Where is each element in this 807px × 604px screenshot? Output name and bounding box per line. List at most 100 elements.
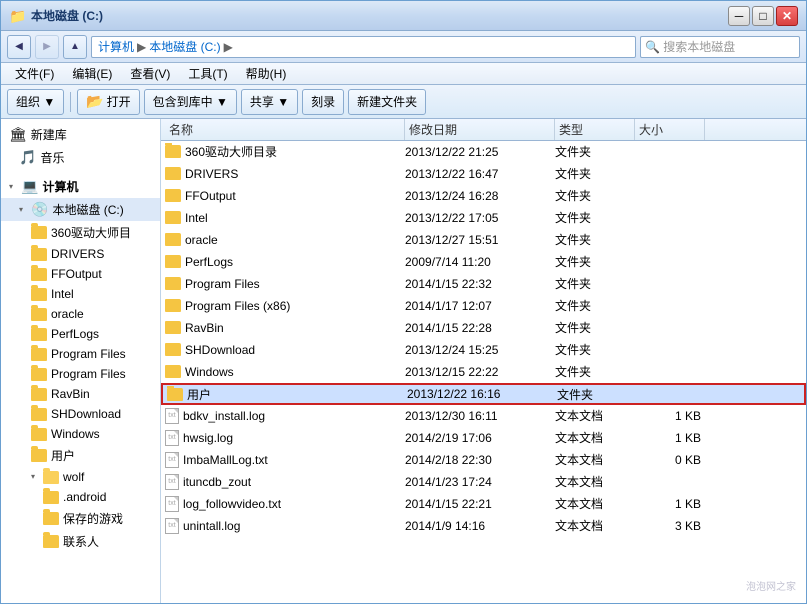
sidebar-item-wolf[interactable]: ▾ wolf <box>1 467 160 487</box>
file-type: 文件夹 <box>557 386 637 403</box>
sidebar-item-ffoutput[interactable]: FFOutput <box>1 264 160 284</box>
sidebar-item-computer[interactable]: ▾ 💻 计算机 <box>1 175 160 198</box>
forward-button[interactable]: ▶ <box>35 35 59 59</box>
table-row[interactable]: Program Files 2014/1/15 22:32 文件夹 <box>161 273 806 295</box>
table-row[interactable]: 360驱动大师目录 2013/12/22 21:25 文件夹 <box>161 141 806 163</box>
folder-icon-windows <box>31 428 47 441</box>
file-date: 2013/12/22 16:16 <box>407 387 557 401</box>
table-row[interactable]: DRIVERS 2013/12/22 16:47 文件夹 <box>161 163 806 185</box>
up-button[interactable]: ▲ <box>63 35 87 59</box>
col-header-size[interactable]: 大小 <box>635 119 705 140</box>
burn-button[interactable]: 刻录 <box>302 89 344 115</box>
organize-button[interactable]: 组织 ▼ <box>7 89 64 115</box>
sidebar-item-drivers[interactable]: DRIVERS <box>1 244 160 264</box>
table-row[interactable]: txt bdkv_install.log 2013/12/30 16:11 文本… <box>161 405 806 427</box>
back-button[interactable]: ◀ <box>7 35 31 59</box>
folder-icon-programfiles86 <box>31 368 47 381</box>
window-title: 本地磁盘 (C:) <box>31 7 728 24</box>
minimize-button[interactable]: ─ <box>728 6 750 26</box>
table-row[interactable]: SHDownload 2013/12/24 15:25 文件夹 <box>161 339 806 361</box>
file-date: 2009/7/14 11:20 <box>405 255 555 269</box>
table-row[interactable]: FFOutput 2013/12/24 16:28 文件夹 <box>161 185 806 207</box>
file-type: 文件夹 <box>555 143 635 160</box>
file-name: Program Files (x86) <box>185 299 290 313</box>
share-button[interactable]: 共享 ▼ <box>241 89 298 115</box>
sidebar-item-windows[interactable]: Windows <box>1 424 160 444</box>
sidebar-item-android[interactable]: .android <box>1 487 160 507</box>
table-row[interactable]: PerfLogs 2009/7/14 11:20 文件夹 <box>161 251 806 273</box>
folder-icon-ffoutput <box>31 268 47 281</box>
file-type: 文件夹 <box>555 319 635 336</box>
sidebar-item-shdownload[interactable]: SHDownload <box>1 404 160 424</box>
file-date: 2013/12/22 16:47 <box>405 167 555 181</box>
file-icon <box>165 211 181 224</box>
file-icon <box>165 255 181 268</box>
folder-icon-ravbin <box>31 388 47 401</box>
col-header-type[interactable]: 类型 <box>555 119 635 140</box>
sidebar-item-oracle[interactable]: oracle <box>1 304 160 324</box>
file-icon <box>167 388 183 401</box>
wolf-expand-icon: ▾ <box>31 472 41 482</box>
file-icon: txt <box>165 474 179 490</box>
breadcrumb-drive[interactable]: 本地磁盘 (C:) <box>149 38 220 55</box>
table-row[interactable]: RavBin 2014/1/15 22:28 文件夹 <box>161 317 806 339</box>
library-icon: 🏛 <box>9 126 27 143</box>
new-folder-button[interactable]: 新建文件夹 <box>348 89 426 115</box>
table-row[interactable]: txt unintall.log 2014/1/9 14:16 文本文档 3 K… <box>161 515 806 537</box>
menu-help[interactable]: 帮助(H) <box>238 63 295 84</box>
sidebar-item-music[interactable]: 🎵 音乐 <box>1 146 160 169</box>
sidebar-item-new-library[interactable]: 🏛 新建库 <box>1 123 160 146</box>
sidebar-item-ravbin[interactable]: RavBin <box>1 384 160 404</box>
file-icon <box>165 189 181 202</box>
file-name: oracle <box>185 233 218 247</box>
open-button[interactable]: 📂 打开 <box>77 89 139 115</box>
close-button[interactable]: ✕ <box>776 6 798 26</box>
menu-tools[interactable]: 工具(T) <box>180 63 235 84</box>
col-header-date[interactable]: 修改日期 <box>405 119 555 140</box>
table-row[interactable]: txt log_followvideo.txt 2014/1/15 22:21 … <box>161 493 806 515</box>
search-input[interactable]: 🔍 搜索本地磁盘 <box>640 36 800 58</box>
table-row[interactable]: txt hwsig.log 2014/2/19 17:06 文本文档 1 KB <box>161 427 806 449</box>
file-date: 2013/12/24 16:28 <box>405 189 555 203</box>
table-row[interactable]: Intel 2013/12/22 17:05 文件夹 <box>161 207 806 229</box>
menu-edit[interactable]: 编辑(E) <box>64 63 120 84</box>
file-type: 文本文档 <box>555 473 635 490</box>
sidebar-item-saved-games[interactable]: 保存的游戏 <box>1 507 160 530</box>
file-name: 用户 <box>187 386 211 403</box>
table-row[interactable]: 用户 2013/12/22 16:16 文件夹 <box>161 383 806 405</box>
file-size: 1 KB <box>635 497 705 511</box>
sidebar-item-users[interactable]: 用户 <box>1 444 160 467</box>
table-row[interactable]: txt ImbaMallLog.txt 2014/2/18 22:30 文本文档… <box>161 449 806 471</box>
file-icon: txt <box>165 430 179 446</box>
file-type: 文件夹 <box>555 297 635 314</box>
sidebar-item-programfiles[interactable]: Program Files <box>1 344 160 364</box>
sidebar-item-intel[interactable]: Intel <box>1 284 160 304</box>
file-size: 1 KB <box>635 409 705 423</box>
breadcrumb-computer[interactable]: 计算机 <box>98 38 134 55</box>
maximize-button[interactable]: □ <box>752 6 774 26</box>
folder-icon-drivers <box>31 248 47 261</box>
include-library-button[interactable]: 包含到库中 ▼ <box>144 89 237 115</box>
sidebar-item-contacts[interactable]: 联系人 <box>1 530 160 553</box>
file-date: 2014/1/9 14:16 <box>405 519 555 533</box>
table-row[interactable]: txt ituncdb_zout 2014/1/23 17:24 文本文档 <box>161 471 806 493</box>
table-row[interactable]: Program Files (x86) 2014/1/17 12:07 文件夹 <box>161 295 806 317</box>
sidebar-item-perflogs[interactable]: PerfLogs <box>1 324 160 344</box>
sidebar-item-360[interactable]: 360驱动大师目 <box>1 221 160 244</box>
folder-icon-360 <box>31 226 47 239</box>
file-name: 360驱动大师目录 <box>185 143 277 160</box>
music-icon: 🎵 <box>19 149 36 166</box>
open-icon: 📂 <box>86 93 103 110</box>
col-header-name[interactable]: 名称 <box>165 119 405 140</box>
file-date: 2013/12/22 17:05 <box>405 211 555 225</box>
file-type: 文件夹 <box>555 275 635 292</box>
table-row[interactable]: Windows 2013/12/15 22:22 文件夹 <box>161 361 806 383</box>
file-date: 2014/1/15 22:28 <box>405 321 555 335</box>
file-name: RavBin <box>185 321 224 335</box>
menu-file[interactable]: 文件(F) <box>7 63 62 84</box>
table-row[interactable]: oracle 2013/12/27 15:51 文件夹 <box>161 229 806 251</box>
menu-view[interactable]: 查看(V) <box>122 63 178 84</box>
sidebar-item-programfiles86[interactable]: Program Files <box>1 364 160 384</box>
sidebar-item-drive-c[interactable]: ▾ 💿 本地磁盘 (C:) <box>1 198 160 221</box>
file-icon <box>165 167 181 180</box>
